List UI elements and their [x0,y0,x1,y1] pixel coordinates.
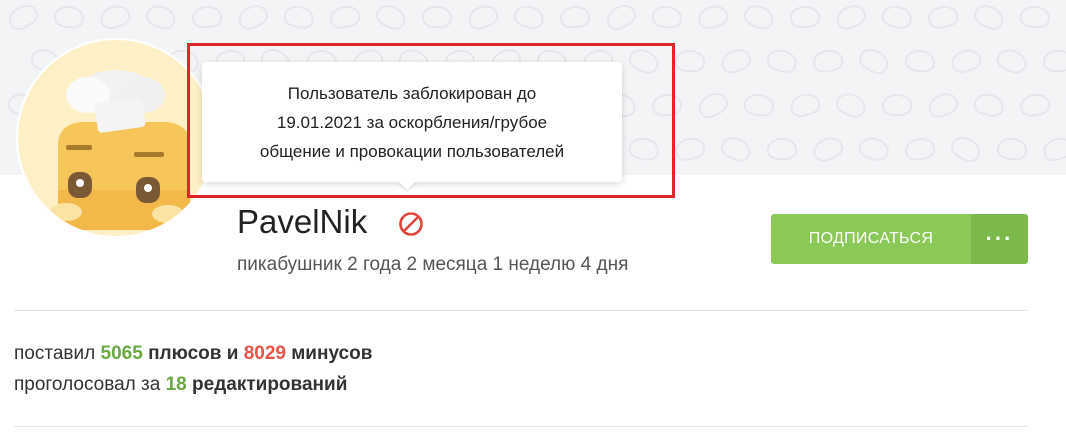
cover-pattern-shape [903,48,937,74]
cover-pattern-shape [421,5,453,29]
cover-pattern-shape [1019,4,1051,30]
cover-pattern-shape [328,3,362,31]
cover-pattern-shape [832,0,870,34]
highlight-frame [187,43,675,198]
cover-pattern-shape [787,90,823,120]
divider [14,426,1028,427]
cover-pattern-shape [191,5,223,29]
cover-pattern-shape [143,1,179,33]
cover-pattern-shape [995,136,1029,162]
cover-pattern-shape [740,1,778,33]
divider [14,310,1028,311]
cover-pattern-shape [695,2,731,32]
votes-stat: поставил 5065 плюсов и 8029 минусов [14,340,372,368]
cover-pattern-shape [856,134,892,164]
plus-count: 5065 [100,343,143,364]
subscribe-button[interactable]: ПОДПИСАТЬСЯ [771,214,971,264]
cover-pattern-shape [881,93,913,117]
cover-pattern-shape [970,0,1008,34]
cover-pattern-shape [674,49,706,73]
edits-stat: проголосовал за 18 редактирований [14,371,347,399]
cover-pattern-shape [766,137,798,161]
cover-pattern-shape [672,134,708,164]
cover-pattern-shape [511,2,547,32]
cover-pattern-shape [855,44,893,78]
cover-pattern-shape [602,0,640,34]
cover-pattern-shape [52,4,86,30]
edits-prefix: проголосовал за [14,374,161,395]
cover-pattern-shape [1018,91,1052,119]
cover-pattern-shape [994,45,1030,77]
cover-pattern-shape [1062,88,1066,122]
cover-pattern-shape [903,136,937,162]
cover-pattern-shape [924,88,962,122]
cover-pattern-shape [717,45,755,77]
cover-pattern-shape [558,4,592,30]
cover-pattern-shape [282,3,316,31]
cover-pattern-shape [1042,49,1066,73]
minus-count: 8029 [243,343,286,364]
plus-label: плюсов и [148,343,239,364]
account-age: пикабушник 2 года 2 месяца 1 неделю 4 дн… [237,254,629,275]
cover-pattern-shape [1040,134,1066,164]
votes-prefix: поставил [14,343,96,364]
more-options-button[interactable]: ··· [971,214,1028,264]
cover-pattern-shape [650,4,684,30]
minus-label: минусов [291,343,373,364]
cover-pattern-shape [234,0,272,34]
cover-pattern-shape [809,133,847,165]
cover-pattern-shape [926,3,960,31]
cover-pattern-shape [971,90,1007,120]
cover-pattern-shape [879,2,915,32]
cover-pattern-shape [97,2,133,32]
cover-pattern-shape [465,1,501,33]
more-dots-icon: ··· [985,226,1014,251]
cover-pattern-shape [694,88,732,122]
cover-pattern-shape [811,48,845,74]
avatar[interactable] [16,38,216,238]
username: PavelNik [237,203,368,240]
edits-label: редактирований [192,374,348,395]
cover-pattern-shape [717,132,755,166]
cover-pattern-shape [4,0,42,35]
cover-pattern-shape [948,46,984,76]
cover-pattern-shape [789,5,821,29]
cover-pattern-shape [947,132,985,166]
cover-pattern-shape [832,89,870,121]
profile-actions: ПОДПИСАТЬСЯ ··· [771,214,1028,264]
cover-pattern-shape [764,46,800,76]
cover-pattern-shape [742,92,776,118]
ban-icon[interactable] [398,211,424,237]
edits-count: 18 [165,374,187,395]
cover-pattern-shape [372,0,410,34]
